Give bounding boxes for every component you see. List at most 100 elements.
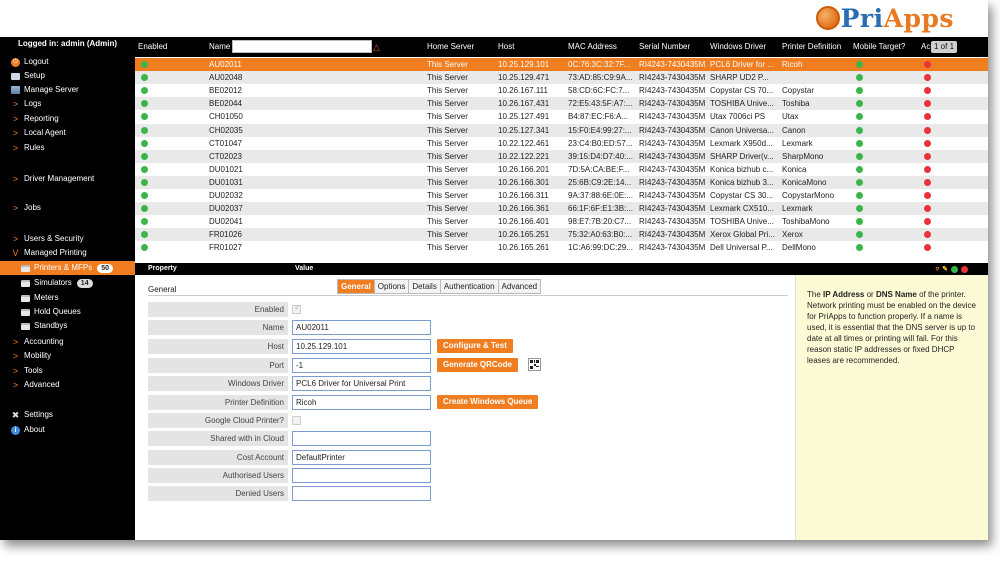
mobile-target-icon	[856, 192, 863, 199]
delete-icon[interactable]	[961, 265, 968, 273]
setup-icon	[11, 72, 20, 81]
col-name[interactable]: Name	[209, 37, 230, 57]
table-row[interactable]: CH02035 This Server 10.25.127.341 15:F0:E4:…	[135, 123, 988, 137]
col-ac[interactable]: Ac	[921, 37, 930, 57]
host-input[interactable]: 10.25.129.101	[292, 339, 431, 354]
sidebar-item-local-agent[interactable]: > Local Agent	[0, 126, 135, 140]
edit-icon[interactable]: ✎	[942, 265, 948, 273]
cell-mac: 58:CD:6C:FC:7...	[568, 86, 630, 96]
cell-name: FR01026	[209, 230, 242, 240]
sidebar-item-label: Mobility	[24, 351, 52, 360]
chevron-right-icon: >	[12, 380, 19, 390]
table-row[interactable]: BE02044 This Server 10.26.167.431 72:E5:43:…	[135, 97, 988, 111]
tab-authentication[interactable]: Authentication	[440, 279, 499, 294]
table-row[interactable]: CT01047 This Server 10.22.122.461 23:C4:B0:…	[135, 137, 988, 150]
col-mac-address[interactable]: MAC Address	[568, 37, 617, 57]
sidebar-item-setup[interactable]: Setup	[0, 69, 135, 83]
cell-driver: PCL6 Driver for ...	[710, 60, 775, 69]
sidebar-item-mobility[interactable]: > Mobility	[0, 349, 135, 363]
sidebar-item-hold-queues[interactable]: Hold Queues	[0, 305, 135, 319]
configure-test-button[interactable]: Configure & Test	[437, 339, 513, 353]
sidebar-item-accounting[interactable]: > Accounting	[0, 335, 135, 349]
sidebar-item-rules[interactable]: > Rules	[0, 141, 135, 155]
name-input[interactable]: AU02011	[292, 320, 431, 335]
table-row[interactable]: CH01050 This Server 10.25.127.491 B4:87:EC:…	[135, 110, 988, 123]
table-row[interactable]: DU02032 This Server 10.26.166.311 9A:37:88:…	[135, 189, 988, 202]
sidebar-item-reporting[interactable]: > Reporting	[0, 112, 135, 126]
mobile-target-icon	[856, 244, 863, 252]
col-mobile-target[interactable]: Mobile Target?	[853, 37, 905, 57]
col-home-server[interactable]: Home Server	[427, 37, 474, 57]
tab-advanced[interactable]: Advanced	[498, 279, 542, 294]
cell-serial: RI4243-7430435M	[639, 164, 706, 174]
table-row[interactable]: DU02041 This Server 10.26.166.401 98:E7:7B:…	[135, 215, 988, 228]
sidebar-item-label: Setup	[24, 71, 45, 80]
cell-name: DU01031	[209, 177, 243, 187]
cell-name: BE02044	[209, 99, 242, 109]
sort-warning-icon[interactable]: △	[373, 37, 380, 57]
port-input[interactable]: -1	[292, 358, 431, 373]
cell-host: 10.25.129.101	[498, 60, 550, 69]
google-cloud-checkbox[interactable]	[292, 416, 301, 425]
sidebar-item-printers-mfps[interactable]: Printers & MFPs 50	[0, 261, 135, 275]
sidebar-item-meters[interactable]: Meters	[0, 291, 135, 305]
generate-qrcode-button[interactable]: Generate QRCode	[437, 358, 518, 372]
cell-host: 10.26.166.361	[498, 204, 550, 214]
ac-status-icon	[924, 244, 931, 252]
table-row[interactable]: DU01021 This Server 10.26.166.201 7D:5A:CA:…	[135, 163, 988, 176]
mobile-target-icon	[856, 178, 863, 186]
sidebar-item-label: Accounting	[24, 337, 64, 346]
col-enabled[interactable]: Enabled	[138, 37, 167, 57]
ac-status-icon	[924, 205, 931, 213]
table-row[interactable]: AU02011 This Server 10.25.129.101 0C:76:3C:…	[135, 58, 988, 71]
name-filter-input[interactable]	[232, 40, 372, 53]
printer-definition-input[interactable]: Ricoh	[292, 395, 431, 410]
cell-host: 10.26.167.431	[498, 99, 550, 109]
tab-details[interactable]: Details	[409, 279, 441, 294]
sidebar-item-logout[interactable]: ⏻ Logout	[0, 55, 135, 69]
pager[interactable]: 1 of 1	[931, 41, 958, 53]
property-column-label: Property	[148, 265, 177, 272]
filter-icon[interactable]: ▿	[936, 265, 940, 273]
table-row[interactable]: FR01027 This Server 10.26.165.261 1C:A6:99:…	[135, 241, 988, 254]
tab-options[interactable]: Options	[374, 279, 410, 294]
col-serial-number[interactable]: Serial Number	[639, 37, 690, 57]
sidebar-item-tools[interactable]: > Tools	[0, 364, 135, 378]
chevron-right-icon: >	[12, 128, 19, 138]
field-row-host: Host 10.25.129.101 Configure & Test	[148, 338, 788, 355]
sidebar-item-jobs[interactable]: > Jobs	[0, 201, 135, 215]
col-host[interactable]: Host	[498, 37, 514, 57]
table-row[interactable]: BE02012 This Server 10.26.167.111 58:CD:6C:…	[135, 84, 988, 97]
sidebar-item-settings[interactable]: ✖ Settings	[0, 408, 135, 422]
windows-driver-input[interactable]: PCL6 Driver for Universal Print	[292, 376, 431, 391]
cell-server: This Server	[427, 125, 468, 135]
chevron-right-icon: >	[12, 234, 19, 244]
sidebar-item-standbys[interactable]: Standbys	[0, 319, 135, 333]
authorised-users-input[interactable]	[292, 468, 431, 483]
denied-users-input[interactable]	[292, 486, 431, 501]
col-printer-definition[interactable]: Printer Definition	[782, 37, 841, 57]
add-icon[interactable]	[951, 265, 958, 273]
sidebar-item-manage-server[interactable]: Manage Server	[0, 83, 135, 97]
table-row[interactable]: FR01026 This Server 10.26.165.251 75:32:A0:…	[135, 228, 988, 242]
sidebar-item-managed-printing[interactable]: V Managed Printing	[0, 246, 135, 260]
col-windows-driver[interactable]: Windows Driver	[710, 37, 766, 57]
table-row[interactable]: AU02048 This Server 10.25.129.471 73:AD:85:…	[135, 71, 988, 85]
cost-account-input[interactable]: DefaultPrinter	[292, 450, 431, 465]
create-windows-queue-button[interactable]: Create Windows Queue	[437, 395, 539, 409]
tab-general[interactable]: General	[337, 279, 375, 294]
sidebar-item-driver-management[interactable]: > Driver Management	[0, 172, 135, 186]
table-row[interactable]: DU01031 This Server 10.26.166.301 25:6B:C9:…	[135, 175, 988, 189]
enabled-checkbox[interactable]	[292, 303, 301, 314]
table-row[interactable]: CT02023 This Server 10.22.122.221 39:15:D4:…	[135, 149, 988, 163]
sidebar-item-users-security[interactable]: > Users & Security	[0, 232, 135, 246]
cell-server: This Server	[427, 86, 468, 96]
sidebar-item-advanced[interactable]: > Advanced	[0, 378, 135, 392]
help-text-1: The	[807, 290, 824, 299]
qrcode-icon[interactable]	[528, 358, 541, 371]
table-row[interactable]: DU02037 This Server 10.26.166.361 66:1F:6F:…	[135, 202, 988, 216]
sidebar-item-simulators[interactable]: Simulators 14	[0, 276, 135, 290]
shared-cloud-input[interactable]	[292, 431, 431, 446]
sidebar-item-about[interactable]: i About	[0, 423, 135, 437]
sidebar-item-logs[interactable]: > Logs	[0, 97, 135, 111]
